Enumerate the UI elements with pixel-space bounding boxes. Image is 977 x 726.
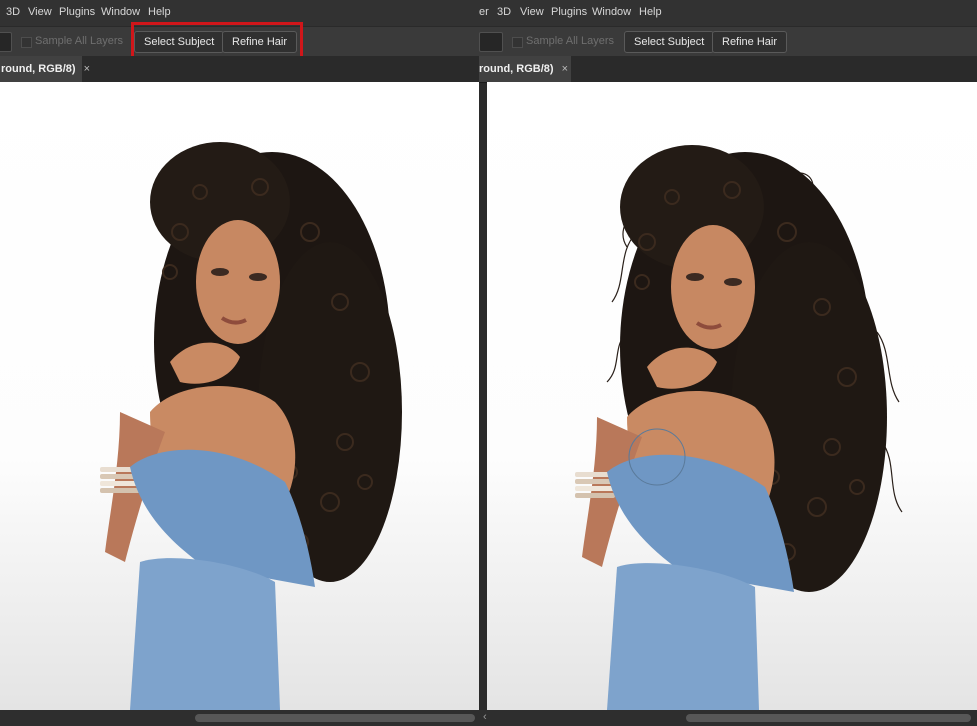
sample-all-layers-label: Sample All Layers [35, 35, 124, 47]
left-photoshop-window: 3D View Plugins Window Help Sample All L… [0, 0, 479, 726]
sample-all-layers-checkbox[interactable] [21, 37, 32, 48]
document-tab-bar: round, RGB/8) × [0, 56, 479, 83]
document-canvas[interactable] [0, 82, 479, 710]
scrollbar-thumb[interactable] [686, 714, 971, 722]
tool-size-field[interactable] [0, 32, 12, 52]
options-bar: Sample All Layers Select Subject Refine … [479, 26, 977, 58]
menu-bar: er 3D View Plugins Window Help [479, 0, 977, 26]
menu-window[interactable]: Window [592, 6, 631, 18]
refine-hair-button[interactable]: Refine Hair [712, 31, 788, 53]
close-tab-icon[interactable]: × [562, 63, 568, 75]
document-tab-title: round, RGB/8) [479, 63, 554, 75]
document-tab-bar: round, RGB/8) × [479, 56, 977, 83]
document-tab[interactable]: round, RGB/8) × [479, 56, 571, 82]
denim-dress [130, 558, 280, 710]
select-subject-button[interactable]: Select Subject [624, 31, 715, 53]
close-tab-icon[interactable]: × [84, 63, 90, 75]
woman-portrait-image [100, 142, 402, 710]
face [196, 220, 280, 344]
menu-view[interactable]: View [28, 6, 52, 18]
woman-portrait-image [575, 145, 903, 710]
menu-help[interactable]: Help [639, 6, 662, 18]
document-canvas[interactable] [487, 82, 977, 710]
menu-view[interactable]: View [520, 6, 544, 18]
horizontal-scrollbar[interactable]: ‹ [479, 710, 977, 726]
menu-help[interactable]: Help [148, 6, 171, 18]
sample-all-layers-checkbox[interactable] [512, 37, 523, 48]
menu-window[interactable]: Window [101, 6, 140, 18]
document-tab[interactable]: round, RGB/8) × [0, 56, 90, 82]
menu-plugins[interactable]: Plugins [551, 6, 587, 18]
menu-3d[interactable]: 3D [6, 6, 20, 18]
sample-all-layers-label: Sample All Layers [526, 35, 615, 47]
document-tab-title: round, RGB/8) [1, 63, 76, 75]
tool-size-field[interactable] [479, 32, 503, 52]
right-photoshop-window: er 3D View Plugins Window Help Sample Al… [479, 0, 977, 726]
denim-dress [607, 563, 759, 710]
horizontal-scrollbar[interactable] [0, 710, 479, 726]
face [671, 225, 755, 349]
scrollbar-thumb[interactable] [195, 714, 475, 722]
menu-plugins[interactable]: Plugins [59, 6, 95, 18]
menu-3d[interactable]: 3D [497, 6, 511, 18]
menu-partial[interactable]: er [479, 6, 489, 18]
scroll-left-arrow-icon[interactable]: ‹ [483, 711, 487, 723]
